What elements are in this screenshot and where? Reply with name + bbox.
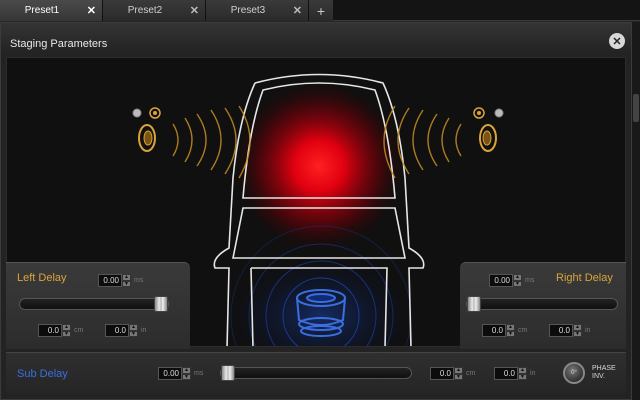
- slider-thumb[interactable]: [221, 365, 235, 381]
- left-delay-ms-field[interactable]: 0.00 ▲ ▼ ms: [98, 274, 143, 287]
- sub-delay-ms-value[interactable]: 0.00: [158, 367, 182, 380]
- sub-delay-panel: Sub Delay 0.00 ▲ ▼ ms 0.0 ▲ ▼ cm 0.0 ▲ ▼ in…: [6, 352, 626, 394]
- unit-label: in: [141, 327, 147, 334]
- spinner-icon[interactable]: ▲ ▼: [573, 324, 582, 337]
- spinner-icon[interactable]: ▲ ▼: [182, 367, 191, 380]
- left-delay-slider[interactable]: [19, 296, 169, 312]
- spinner-icon[interactable]: ▲ ▼: [518, 367, 527, 380]
- slider-thumb[interactable]: [154, 296, 168, 312]
- sub-delay-slider[interactable]: [220, 365, 412, 381]
- scrollbar[interactable]: [632, 22, 640, 400]
- close-icon[interactable]: ✕: [190, 4, 199, 17]
- tab-preset3[interactable]: Preset3 ✕: [206, 0, 309, 21]
- right-cm-field[interactable]: 0.0 ▲ ▼ cm: [482, 324, 527, 337]
- spinner-icon[interactable]: ▲ ▼: [129, 324, 138, 337]
- slider-thumb[interactable]: [467, 296, 481, 312]
- scrollbar-thumb[interactable]: [633, 94, 639, 122]
- unit-label: ms: [134, 277, 144, 284]
- app-window: Preset1 ✕ Preset2 ✕ Preset3 ✕ + Staging …: [0, 0, 640, 400]
- sub-in-field[interactable]: 0.0 ▲ ▼ in: [494, 367, 535, 380]
- tab-preset1[interactable]: Preset1 ✕: [0, 0, 103, 21]
- right-speaker-icon: [473, 107, 504, 152]
- panel-title: Staging Parameters: [10, 38, 108, 50]
- sub-delay-ms-field[interactable]: 0.00 ▲ ▼ ms: [158, 367, 203, 380]
- right-delay-ms-value[interactable]: 0.00: [489, 274, 513, 287]
- left-delay-ms-value[interactable]: 0.00: [98, 274, 122, 287]
- left-speaker-icon: [132, 107, 161, 152]
- unit-label: cm: [466, 370, 476, 377]
- tab-preset2[interactable]: Preset2 ✕: [103, 0, 206, 21]
- unit-label: cm: [518, 327, 528, 334]
- add-tab-button[interactable]: +: [309, 0, 333, 21]
- close-icon[interactable]: ✕: [293, 4, 302, 17]
- unit-label: cm: [74, 327, 84, 334]
- spinner-icon[interactable]: ▲ ▼: [122, 274, 131, 287]
- right-in-field[interactable]: 0.0 ▲ ▼ in: [549, 324, 590, 337]
- spinner-icon[interactable]: ▲ ▼: [506, 324, 515, 337]
- tab-label: Preset3: [230, 5, 266, 16]
- sub-cm-field[interactable]: 0.0 ▲ ▼ cm: [430, 367, 475, 380]
- left-delay-panel: Left Delay 0.00 ▲ ▼ ms 0.0 ▲ ▼ cm 0.0 ▲ ▼ i…: [6, 262, 190, 349]
- unit-label: ms: [525, 277, 535, 284]
- phase-invert-label: PHASE INV.: [592, 365, 616, 380]
- spinner-icon[interactable]: ▲ ▼: [454, 367, 463, 380]
- left-in-value[interactable]: 0.0: [105, 324, 129, 337]
- close-icon[interactable]: ✕: [87, 4, 96, 17]
- tab-label: Preset2: [127, 5, 163, 16]
- unit-label: ms: [194, 370, 204, 377]
- spinner-icon[interactable]: ▲ ▼: [62, 324, 71, 337]
- right-delay-ms-field[interactable]: 0.00 ▲ ▼ ms: [489, 274, 534, 287]
- tab-label: Preset1: [24, 5, 60, 16]
- left-cm-field[interactable]: 0.0 ▲ ▼ cm: [38, 324, 83, 337]
- unit-label: in: [585, 327, 591, 334]
- sub-delay-title: Sub Delay: [17, 368, 68, 380]
- right-delay-panel: 0.00 ▲ ▼ ms Right Delay 0.0 ▲ ▼ cm 0.0 ▲ ▼ …: [460, 262, 626, 349]
- right-in-value[interactable]: 0.0: [549, 324, 573, 337]
- right-cm-value[interactable]: 0.0: [482, 324, 506, 337]
- right-delay-title: Right Delay: [556, 272, 613, 284]
- unit-label: in: [530, 370, 536, 377]
- preset-tab-bar: Preset1 ✕ Preset2 ✕ Preset3 ✕ +: [0, 0, 640, 21]
- spinner-icon[interactable]: ▲ ▼: [513, 274, 522, 287]
- sub-cm-value[interactable]: 0.0: [430, 367, 454, 380]
- sound-focus-point: [234, 81, 404, 251]
- right-delay-slider[interactable]: [466, 296, 618, 312]
- left-delay-title: Left Delay: [17, 272, 67, 284]
- close-icon[interactable]: ✕: [609, 33, 625, 49]
- phase-invert-button[interactable]: 0°: [563, 362, 585, 384]
- left-cm-value[interactable]: 0.0: [38, 324, 62, 337]
- sub-in-value[interactable]: 0.0: [494, 367, 518, 380]
- left-in-field[interactable]: 0.0 ▲ ▼ in: [105, 324, 146, 337]
